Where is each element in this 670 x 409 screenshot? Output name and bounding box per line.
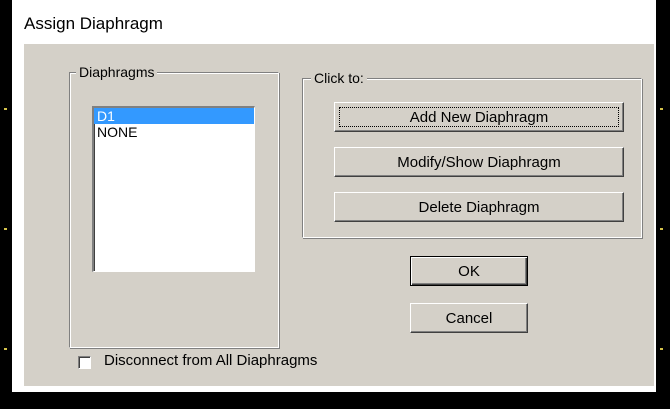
background-marker (660, 228, 663, 230)
delete-diaphragm-button[interactable]: Delete Diaphragm (334, 192, 624, 222)
delete-diaphragm-label: Delete Diaphragm (418, 199, 540, 216)
list-item-none[interactable]: NONE (94, 124, 254, 140)
focus-ring (339, 107, 619, 127)
background-frame-bottom (0, 392, 670, 409)
dialog-body: Diaphragms D1 NONE Click to: Add New Dia… (24, 44, 654, 386)
diaphragms-legend: Diaphragms (76, 64, 158, 80)
background-frame-right (656, 0, 670, 409)
list-item-label: D1 (97, 108, 115, 124)
click-to-legend: Click to: (311, 70, 367, 86)
background-marker (4, 228, 7, 230)
assign-diaphragm-dialog: Assign Diaphragm Diaphragms D1 NONE Clic… (12, 0, 656, 392)
background-marker (660, 348, 663, 350)
ok-button[interactable]: OK (410, 256, 528, 286)
title-bar[interactable]: Assign Diaphragm (12, 0, 656, 44)
background-marker (4, 108, 7, 110)
cancel-button[interactable]: Cancel (410, 303, 528, 333)
modify-show-diaphragm-label: Modify/Show Diaphragm (397, 154, 561, 171)
list-item-label: NONE (97, 124, 138, 140)
modify-show-diaphragm-button[interactable]: Modify/Show Diaphragm (334, 147, 624, 177)
background-marker (660, 108, 663, 110)
list-item-d1[interactable]: D1 (94, 108, 254, 124)
ok-label: OK (458, 263, 480, 280)
dialog-title: Assign Diaphragm (24, 14, 163, 33)
diaphragm-listbox[interactable]: D1 NONE (92, 106, 255, 272)
click-to-groupbox: Click to: Add New Diaphragm Modify/Show … (302, 70, 642, 238)
cancel-label: Cancel (445, 310, 493, 327)
disconnect-label[interactable]: Disconnect from All Diaphragms (104, 352, 317, 369)
diaphragms-groupbox: Diaphragms D1 NONE (69, 64, 279, 348)
disconnect-checkbox[interactable] (78, 356, 91, 369)
background-marker (4, 348, 7, 350)
add-new-diaphragm-button[interactable]: Add New Diaphragm (334, 102, 624, 132)
